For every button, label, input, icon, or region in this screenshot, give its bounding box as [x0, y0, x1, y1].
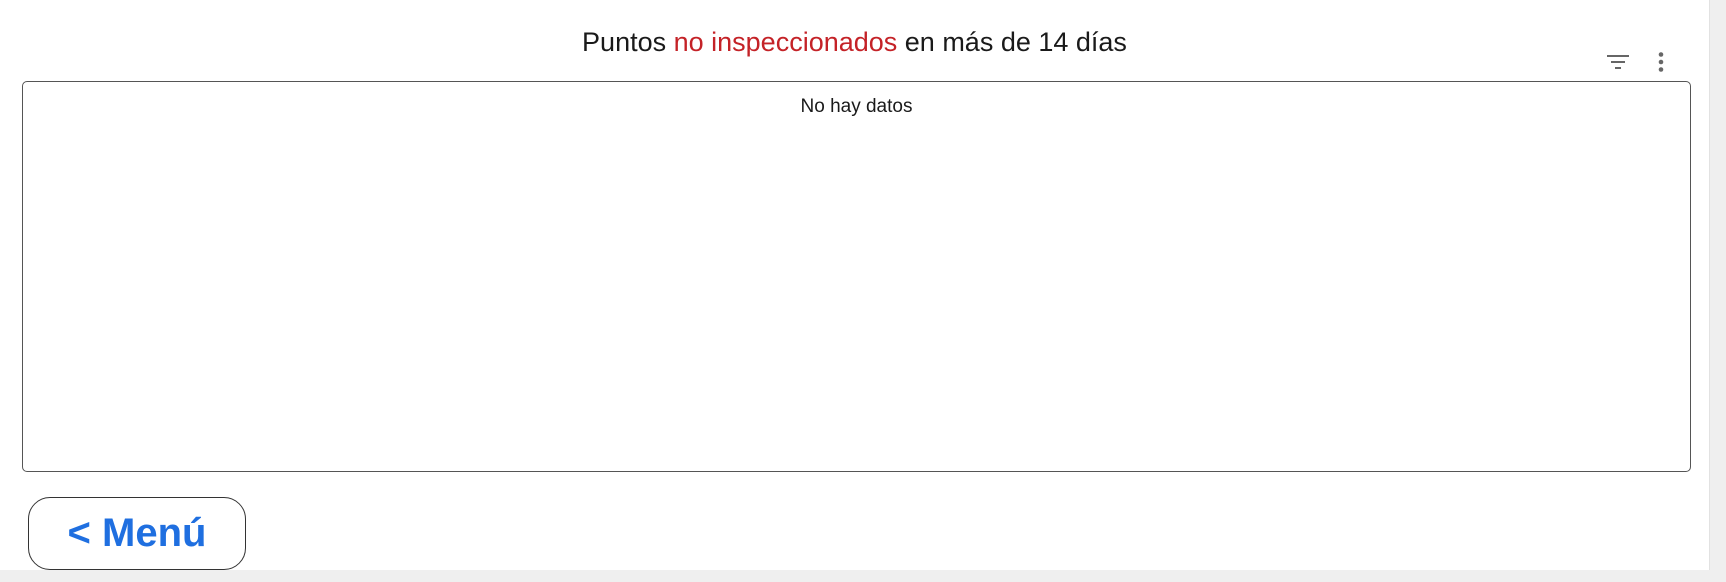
- bottom-gutter: [0, 570, 1726, 582]
- data-table: No hay datos: [22, 81, 1691, 472]
- more-vertical-icon[interactable]: [1647, 48, 1675, 76]
- page-title: Puntos no inspeccionados en más de 14 dí…: [0, 22, 1709, 62]
- page-canvas: Puntos no inspeccionados en más de 14 dí…: [0, 0, 1709, 570]
- empty-message: No hay datos: [800, 96, 913, 117]
- title-suffix: en más de 14 días: [897, 27, 1127, 57]
- menu-back-button[interactable]: < Menú: [28, 497, 246, 570]
- gutter-divider: [1709, 0, 1710, 570]
- title-prefix: Puntos: [582, 27, 674, 57]
- title-accent: no inspeccionados: [673, 27, 898, 57]
- filter-icon[interactable]: [1604, 48, 1632, 76]
- right-gutter: [1709, 0, 1726, 582]
